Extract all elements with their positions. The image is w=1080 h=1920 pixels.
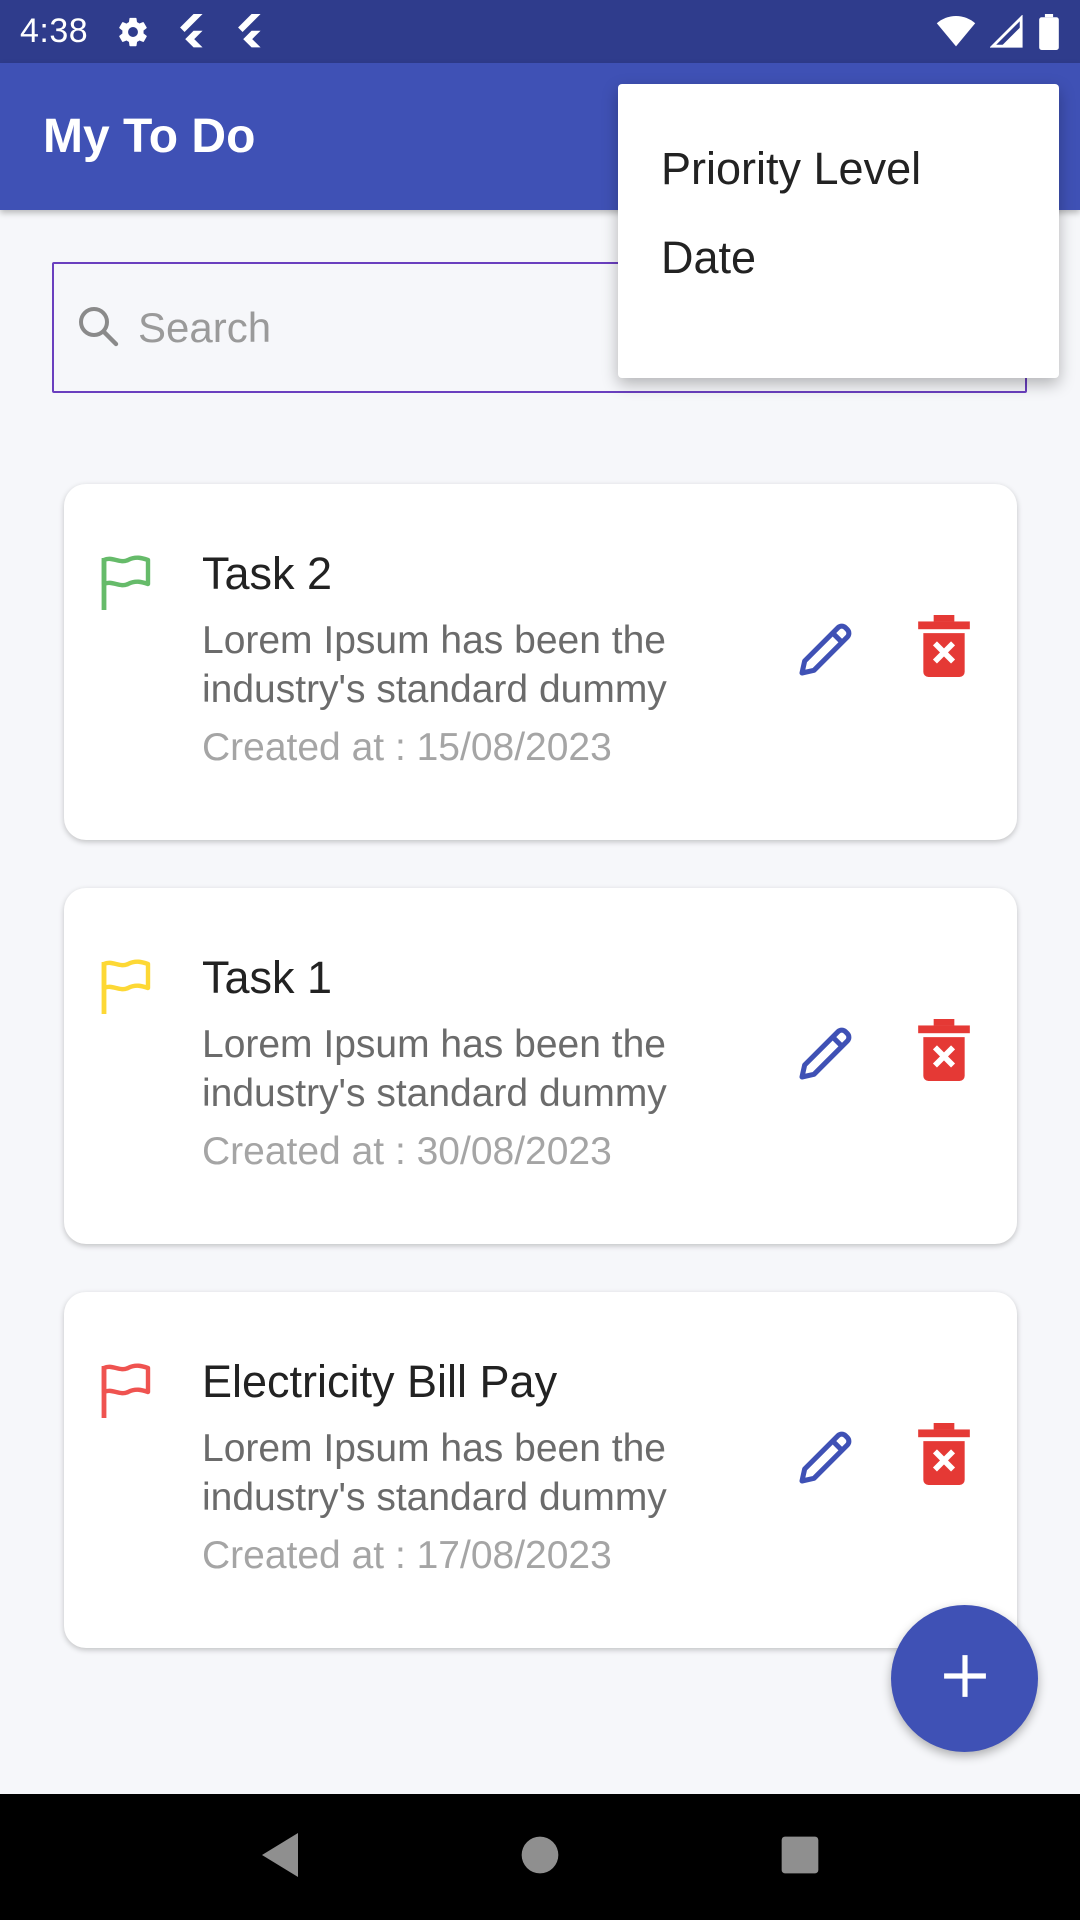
battery-icon <box>1038 13 1060 50</box>
home-icon <box>520 1835 560 1880</box>
app-title: My To Do <box>43 110 256 163</box>
task-description: Lorem Ipsum has been the industry's stan… <box>202 619 667 711</box>
plus-icon <box>943 1654 987 1703</box>
status-left-icons <box>116 13 266 50</box>
sort-menu: Priority Level Date <box>618 84 1059 378</box>
search-icon <box>74 302 122 355</box>
task-description: Lorem Ipsum has been the industry's stan… <box>202 1023 667 1115</box>
task-card[interactable]: Electricity Bill Pay Lorem Ipsum has bee… <box>64 1292 1017 1648</box>
nav-back-button[interactable] <box>235 1812 325 1902</box>
flutter-icon <box>174 13 208 50</box>
flag-icon <box>98 1362 154 1427</box>
task-title: Task 2 <box>202 548 333 599</box>
status-bar: 4:38 <box>0 0 1080 63</box>
signal-icon <box>990 14 1024 49</box>
nav-home-button[interactable] <box>495 1812 585 1902</box>
trash-icon <box>918 1018 970 1086</box>
task-created-date: Created at : 15/08/2023 <box>202 726 612 769</box>
pencil-icon <box>794 617 858 686</box>
task-title: Electricity Bill Pay <box>202 1356 558 1407</box>
trash-icon <box>918 614 970 682</box>
edit-button[interactable] <box>784 609 868 693</box>
status-right-icons <box>936 13 1060 50</box>
task-card[interactable]: Task 2 Lorem Ipsum has been the industry… <box>64 484 1017 840</box>
system-nav-bar <box>0 1794 1080 1920</box>
delete-button[interactable] <box>902 1010 986 1094</box>
flutter-icon <box>232 13 266 50</box>
flag-icon <box>98 554 154 619</box>
status-time: 4:38 <box>20 12 89 50</box>
delete-button[interactable] <box>902 606 986 690</box>
edit-button[interactable] <box>784 1417 868 1501</box>
flag-icon <box>98 958 154 1023</box>
add-task-button[interactable] <box>891 1605 1038 1752</box>
pencil-icon <box>794 1425 858 1494</box>
task-created-date: Created at : 17/08/2023 <box>202 1534 612 1577</box>
pencil-icon <box>794 1021 858 1090</box>
wifi-icon <box>936 15 976 48</box>
trash-icon <box>918 1422 970 1490</box>
edit-button[interactable] <box>784 1013 868 1097</box>
gear-icon <box>116 15 150 49</box>
task-description: Lorem Ipsum has been the industry's stan… <box>202 1427 667 1519</box>
task-card[interactable]: Task 1 Lorem Ipsum has been the industry… <box>64 888 1017 1244</box>
screen: 4:38 My To Do Search Task 2 Lorem Ipsum … <box>0 0 1080 1920</box>
nav-recents-button[interactable] <box>755 1812 845 1902</box>
back-icon <box>258 1831 302 1884</box>
task-created-date: Created at : 30/08/2023 <box>202 1130 612 1173</box>
delete-button[interactable] <box>902 1414 986 1498</box>
recents-icon <box>780 1835 820 1880</box>
menu-item-date[interactable]: Date <box>618 208 1059 308</box>
task-title: Task 1 <box>202 952 333 1003</box>
